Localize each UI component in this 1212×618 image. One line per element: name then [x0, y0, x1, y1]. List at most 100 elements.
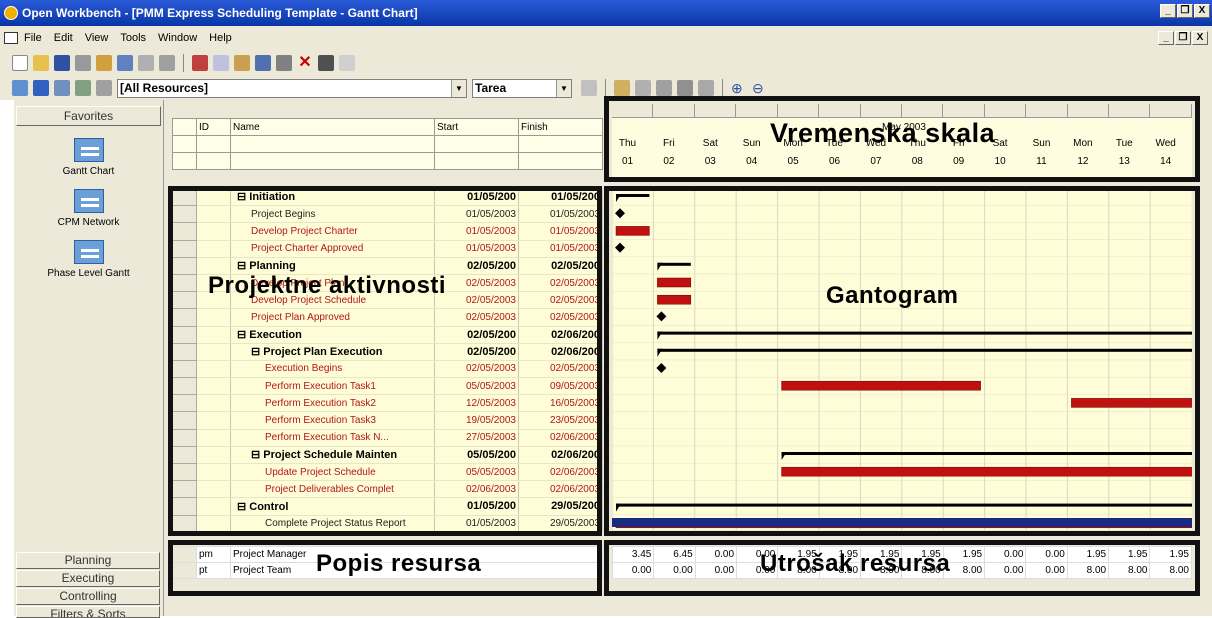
annotation-gantt: Gantogram [826, 282, 959, 309]
preview-icon[interactable] [117, 55, 133, 71]
filter-icon[interactable] [96, 80, 112, 96]
task-row[interactable]: Project Deliverables Complet 02/06/2003 02… [172, 480, 603, 499]
task-row[interactable]: Project Begins 01/05/2003 01/05/2003 [172, 205, 603, 224]
column-header-start[interactable]: Start [434, 118, 519, 136]
menu-help[interactable]: Help [209, 32, 232, 44]
favorites-header[interactable]: Favorites [16, 106, 161, 126]
properties-icon[interactable] [339, 55, 355, 71]
paste-icon[interactable] [234, 55, 250, 71]
open-icon[interactable] [33, 55, 49, 71]
task-start: 27/05/2003 [434, 429, 519, 447]
day-number: 10 [994, 156, 1006, 167]
chevron-down-icon[interactable]: ▼ [556, 79, 571, 97]
day-number: 08 [911, 156, 923, 167]
task-row[interactable]: Perform Execution Task N... 27/05/2003 02/… [172, 428, 603, 447]
view-gantt-chart[interactable]: Gantt Chart [14, 138, 163, 177]
table-icon[interactable] [54, 80, 70, 96]
task-row[interactable]: ⊟ Initiation 01/05/200 01/05/200 [172, 187, 603, 207]
unlink-tasks-icon[interactable] [677, 80, 693, 96]
menu-window[interactable]: Window [158, 32, 197, 44]
timescale-scrollbar[interactable] [1196, 100, 1212, 182]
view-phase-level-gantt[interactable]: Phase Level Gantt [14, 240, 163, 279]
task-row[interactable]: ⊟ Project Plan Execution 02/05/200 02/06/2… [172, 342, 603, 361]
task-row[interactable]: Complete Project Status Report 01/05/2003… [172, 514, 603, 533]
task-row[interactable]: Perform Execution Task1 05/05/2003 09/05/2… [172, 377, 603, 396]
filters-sorts-button[interactable]: Filters & Sorts [16, 606, 160, 618]
separator [183, 54, 184, 72]
task-finish: 01/05/200 [518, 188, 603, 207]
type-select[interactable]: Tarea ▼ [472, 78, 572, 98]
link-icon[interactable] [12, 80, 28, 96]
view-cpm-network[interactable]: CPM Network [14, 189, 163, 228]
controlling-button[interactable]: Controlling [16, 588, 160, 605]
doc-close-button[interactable]: X [1192, 31, 1208, 45]
task-id [196, 205, 231, 224]
gantt-scrollbar[interactable] [1196, 188, 1212, 530]
column-header-id[interactable]: ID [196, 118, 231, 136]
new-icon[interactable] [12, 55, 28, 71]
row-header [172, 562, 197, 579]
executing-button[interactable]: Executing [16, 570, 160, 587]
task-name: Project Plan Approved [230, 308, 435, 327]
calendar-icon[interactable] [33, 80, 49, 96]
app-icon [4, 6, 18, 20]
maximize-button[interactable]: ❐ [1177, 4, 1193, 18]
link-tasks-icon[interactable] [656, 80, 672, 96]
save-icon[interactable] [54, 55, 70, 71]
task-finish: 29/05/2003 [518, 515, 603, 533]
cut-icon[interactable] [192, 55, 208, 71]
task-row[interactable]: Project Plan Approved 02/05/2003 02/05/200… [172, 308, 603, 327]
zoom-out-icon[interactable]: ⊖ [752, 80, 768, 96]
print-icon[interactable] [75, 55, 91, 71]
format-toolbar: [All Resources] ▼ Tarea ▼ ⊕ ⊖ [0, 76, 1212, 100]
task-row[interactable]: Update Project Schedule 05/05/2003 02/06/2… [172, 462, 603, 482]
menu-bar: File Edit View Tools Window Help _ ❐ X [0, 26, 1212, 50]
zoom-in-icon[interactable]: ⊕ [731, 80, 747, 96]
minimize-button[interactable]: _ [1160, 4, 1176, 18]
task-name: Perform Execution Task2 [230, 394, 435, 413]
resource-filter-select[interactable]: [All Resources] ▼ [117, 78, 467, 98]
planning-button[interactable]: Planning [16, 552, 160, 569]
insert-icon[interactable] [276, 55, 292, 71]
menu-edit[interactable]: Edit [54, 32, 73, 44]
doc-minimize-button[interactable]: _ [1158, 31, 1174, 45]
timescale-icon[interactable] [581, 80, 597, 96]
delete-icon[interactable]: ✕ [297, 55, 313, 71]
undo-icon[interactable] [255, 55, 271, 71]
day-number: 04 [746, 156, 758, 167]
copy-icon[interactable] [213, 55, 229, 71]
task-name: Update Project Schedule [230, 463, 435, 482]
task-name: Project Charter Approved [230, 240, 435, 258]
task-name: Project Begins [230, 205, 435, 224]
task-row[interactable]: ⊟ Project Schedule Mainten 05/05/200 02/06… [172, 445, 603, 465]
export-icon[interactable] [96, 55, 112, 71]
grid-header: ID Name Start Finish [172, 118, 603, 170]
column-header-finish[interactable]: Finish [518, 118, 603, 136]
task-row[interactable]: Project Charter Approved 01/05/2003 01/05/… [172, 239, 603, 258]
menu-file[interactable]: File [24, 32, 42, 44]
task-row[interactable]: ⊟ Control 01/05/200 29/05/200 [172, 497, 603, 516]
document-icon[interactable] [4, 32, 18, 44]
task-row[interactable]: Develop Project Charter 01/05/2003 01/05/2… [172, 222, 603, 241]
doc-restore-button[interactable]: ❐ [1175, 31, 1191, 45]
row-header [172, 546, 197, 563]
split-icon[interactable] [698, 80, 714, 96]
chevron-down-icon[interactable]: ▼ [451, 79, 466, 97]
close-button[interactable]: X [1194, 4, 1210, 18]
resource-icon[interactable] [75, 80, 91, 96]
task-finish: 01/05/2003 [518, 240, 603, 258]
usage-cell: 0.00 [984, 546, 1027, 563]
task-row[interactable]: ⊟ Execution 02/05/200 02/06/200 [172, 325, 603, 344]
day-number: 03 [704, 156, 716, 167]
mail-icon[interactable] [138, 55, 154, 71]
menu-view[interactable]: View [85, 32, 109, 44]
outline-icon[interactable] [159, 55, 175, 71]
outdent-icon[interactable] [635, 80, 651, 96]
menu-tools[interactable]: Tools [120, 32, 146, 44]
find-icon[interactable] [318, 55, 334, 71]
indent-icon[interactable] [614, 80, 630, 96]
column-header-name[interactable]: Name [230, 118, 435, 136]
task-row[interactable]: Execution Begins 02/05/2003 02/05/2003 [172, 359, 603, 379]
task-row[interactable]: Perform Execution Task2 12/05/2003 16/05/2… [172, 394, 603, 413]
task-row[interactable]: Perform Execution Task3 19/05/2003 23/05/2… [172, 411, 603, 430]
